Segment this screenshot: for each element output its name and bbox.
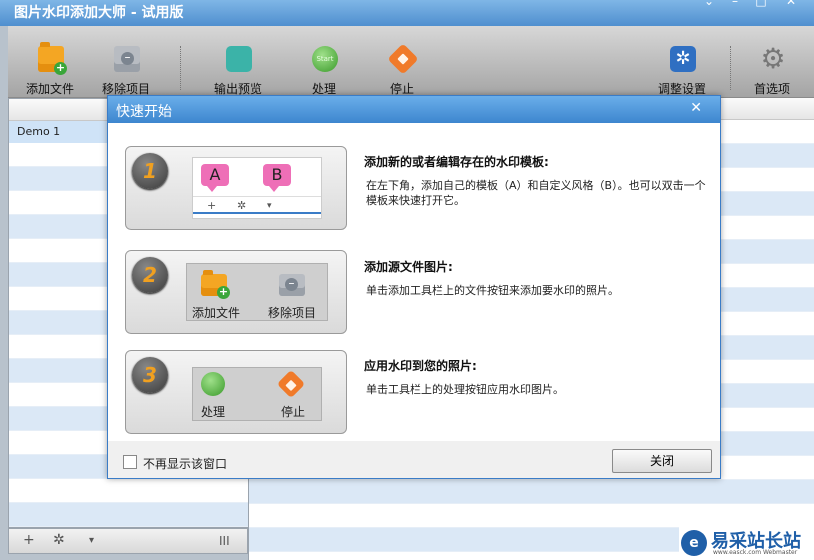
tag-b: B — [263, 164, 291, 192]
maximize-button[interactable]: □ — [752, 0, 770, 8]
add-file-label: 添加文件 — [192, 306, 241, 320]
mini-toolbar: + ✲ ▾ — [193, 196, 321, 214]
minimize-button[interactable]: – — [726, 0, 744, 8]
tag-a: A — [201, 164, 229, 192]
logo-mark: e — [681, 530, 707, 556]
start-icon — [201, 372, 225, 396]
step-number: 2 — [132, 257, 168, 293]
template-list-toolbar: + ✲ ▾ III — [8, 528, 248, 554]
start-icon: Start — [312, 46, 338, 72]
preview-icon — [226, 46, 252, 72]
dont-show-checkbox[interactable] — [123, 455, 137, 469]
chevron-down-icon[interactable]: ▾ — [89, 535, 94, 546]
add-folder-icon: + — [201, 270, 230, 299]
step-2-title: 添加源文件图片: — [364, 260, 453, 274]
chevron-down-icon: ▾ — [267, 201, 272, 211]
step-1-title: 添加新的或者编辑存在的水印模板: — [364, 155, 549, 169]
chevron-down-icon[interactable]: ⌄ — [700, 0, 718, 8]
step-1-illustration: A B + ✲ ▾ — [192, 157, 322, 219]
gear-icon: ✲ — [237, 199, 247, 212]
dialog-footer: 不再显示该窗口 关闭 — [108, 441, 720, 478]
toolbar-separator — [180, 46, 181, 90]
gear-icon: ⚙ — [760, 42, 786, 75]
process-label: 处理 — [201, 405, 226, 419]
add-folder-icon: + — [38, 42, 67, 75]
toolbar-separator — [730, 46, 731, 90]
step-2-desc: 单击添加工具栏上的文件按钮来添加要水印的照片。 — [366, 284, 619, 297]
dont-show-label: 不再显示该窗口 — [143, 457, 228, 471]
step-number: 3 — [132, 357, 168, 393]
remove-folder-icon: – — [114, 46, 140, 72]
output-preview-button[interactable]: 输出预览 — [206, 44, 270, 96]
close-button[interactable]: ✕ — [782, 0, 800, 8]
plus-icon: + — [207, 199, 217, 212]
step-3-desc: 单击工具栏上的处理按钮应用水印图片。 — [366, 383, 564, 396]
step-1-card: 1 A B + ✲ ▾ — [125, 146, 347, 230]
add-file-button[interactable]: + 添加文件 — [18, 42, 82, 96]
step-1-desc: 在左下角，添加自己的模板（A）和自定义风格（B）。也可以双击一个模板来快速打开它… — [366, 179, 706, 207]
dialog-title-bar: 快速开始 ✕ — [108, 96, 720, 123]
stop-button[interactable]: 停止 — [370, 43, 434, 96]
dialog-title: 快速开始 — [116, 104, 172, 120]
add-file-label: 添加文件 — [25, 82, 74, 96]
step-3-card: 3 处理 停止 — [125, 350, 347, 434]
step-3-illustration: 处理 停止 — [192, 367, 322, 421]
gear-icon[interactable]: ✲ — [53, 532, 65, 548]
site-watermark-logo: e 易采站长站 www.easck.com Webmaster — [679, 526, 814, 560]
preferences-label: 首选项 — [753, 82, 790, 96]
dialog-body: 1 A B + ✲ ▾ 添加新的或者编辑存在的水印模板: 在左下角，添加自己的模… — [108, 123, 720, 441]
settings-gear-icon: ✲ — [670, 46, 696, 72]
step-3-title: 应用水印到您的照片: — [364, 359, 477, 373]
title-bar: 图片水印添加大师 - 试用版 ⌄ – □ ✕ — [0, 0, 814, 26]
close-dialog-button[interactable]: 关闭 — [612, 449, 712, 473]
stop-icon — [387, 43, 419, 75]
step-2-illustration: + – 添加文件 移除项目 — [186, 263, 328, 321]
main-toolbar: + 添加文件 – 移除项目 输出预览 Start 处理 停止 ✲ 调整设置 ⚙ … — [8, 26, 814, 98]
stop-icon — [276, 369, 306, 399]
preferences-button[interactable]: ⚙ 首选项 — [740, 42, 804, 97]
adjust-settings-button[interactable]: ✲ 调整设置 — [650, 44, 714, 96]
logo-sub: www.easck.com Webmaster — [713, 549, 798, 556]
step-2-card: 2 + – 添加文件 移除项目 — [125, 250, 347, 334]
remove-folder-icon: – — [279, 274, 305, 296]
remove-item-label: 移除项目 — [268, 306, 317, 320]
process-button[interactable]: Start 处理 — [292, 44, 356, 96]
app-title: 图片水印添加大师 - 试用版 — [14, 5, 184, 21]
dialog-close-icon[interactable]: ✕ — [690, 100, 702, 116]
remove-item-button[interactable]: – 移除项目 — [94, 44, 158, 96]
step-number: 1 — [132, 153, 168, 189]
columns-icon[interactable]: III — [219, 534, 230, 548]
add-template-button[interactable]: + — [23, 532, 35, 548]
stop-label: 停止 — [281, 405, 306, 419]
quick-start-dialog: 快速开始 ✕ 1 A B + ✲ ▾ 添加新的或者编辑存在的水印模板: 在左下角… — [107, 95, 721, 479]
